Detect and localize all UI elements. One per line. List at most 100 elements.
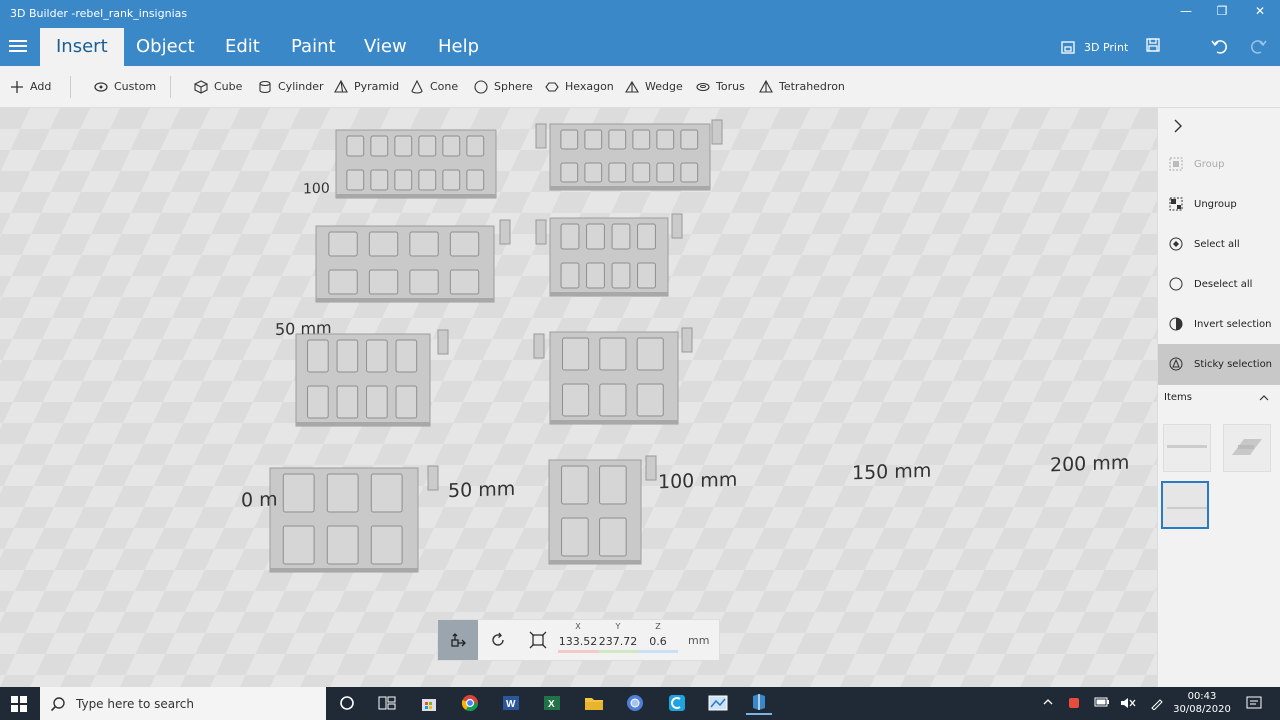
select-all-label: Select all <box>1194 238 1240 250</box>
close-button[interactable]: ✕ <box>1242 4 1278 24</box>
rank-bar <box>656 162 675 183</box>
search-icon <box>50 696 65 711</box>
hexagon-button[interactable]: Hexagon <box>545 78 614 96</box>
torus-button[interactable]: Torus <box>696 78 745 96</box>
cortana-icon[interactable] <box>334 691 360 715</box>
select-all-button[interactable]: Select all <box>1158 224 1280 264</box>
save-icon <box>1146 38 1160 52</box>
unit-selector[interactable]: mm <box>688 634 709 647</box>
maximize-button[interactable]: ❐ <box>1204 4 1240 24</box>
notifications-icon[interactable] <box>1246 696 1262 713</box>
rank-bar <box>394 135 413 157</box>
cylinder-button[interactable]: Cylinder <box>258 78 324 96</box>
rank-bar <box>636 383 664 417</box>
svg-text:X: X <box>548 699 555 710</box>
3d-viewport[interactable]: 100 50 mm 0 m 50 mm 100 mm 150 mm 200 mm <box>0 108 1157 687</box>
windows-start-icon[interactable] <box>10 695 28 713</box>
system-clock[interactable]: 00:43 30/08/2020 <box>1172 690 1232 716</box>
cone-button[interactable]: Cone <box>410 78 458 96</box>
cube-button[interactable]: Cube <box>194 78 242 96</box>
task-view-icon[interactable] <box>374 691 400 715</box>
mounting-peg <box>535 123 547 149</box>
tetrahedron-button[interactable]: Tetrahedron <box>759 78 845 96</box>
sphere-button[interactable]: Sphere <box>474 78 533 96</box>
mounting-peg <box>427 465 439 491</box>
minimize-button[interactable]: — <box>1168 4 1204 24</box>
plate-edge <box>550 420 678 424</box>
save-button[interactable] <box>1145 37 1161 57</box>
rank-bar <box>561 517 589 557</box>
title-bar: 3D Builder -rebel_rank_insignias — ❐ ✕ <box>0 0 1280 28</box>
x-coordinate[interactable]: X 133.52 <box>558 622 598 653</box>
paint-app-icon[interactable] <box>705 691 731 715</box>
mounting-peg <box>535 219 547 245</box>
3d-builder-icon[interactable] <box>746 691 772 715</box>
invert-selection-label: Invert selection <box>1194 318 1272 330</box>
tab-edit[interactable]: Edit <box>209 28 276 66</box>
excel-icon[interactable]: X <box>539 691 565 715</box>
mounting-peg <box>681 327 693 353</box>
mounting-peg <box>711 119 723 145</box>
deselect-all-button[interactable]: Deselect all <box>1158 264 1280 304</box>
item-thumbnail[interactable] <box>1223 424 1271 472</box>
invert-selection-button[interactable]: Invert selection <box>1158 304 1280 344</box>
chevron-up-tray-icon[interactable] <box>1042 696 1054 711</box>
tab-paint[interactable]: Paint <box>275 28 352 66</box>
taskbar-search[interactable]: Type here to search <box>40 687 326 720</box>
x-label: X <box>575 622 581 631</box>
z-coordinate[interactable]: Z 0.6 <box>638 622 678 653</box>
custom-button[interactable]: Custom <box>94 78 156 96</box>
deselect-all-icon <box>1168 276 1184 292</box>
group-button[interactable]: Group <box>1158 144 1280 184</box>
sticky-selection-button[interactable]: Sticky selection <box>1158 344 1280 384</box>
store-icon[interactable] <box>416 691 442 715</box>
insert-toolbar: Add Custom Cube Cylinder Pyramid Cone Sp… <box>0 66 1280 108</box>
add-button[interactable]: Add <box>10 78 51 96</box>
y-value[interactable]: 237.72 <box>598 635 638 648</box>
rotate-tool[interactable] <box>478 620 518 660</box>
item-thumbnail-selected[interactable] <box>1161 481 1209 529</box>
tab-view[interactable]: View <box>348 28 423 66</box>
wedge-button[interactable]: Wedge <box>625 78 683 96</box>
hamburger-icon[interactable] <box>9 38 27 56</box>
item-thumbnail[interactable] <box>1163 424 1211 472</box>
tab-insert[interactable]: Insert <box>40 28 124 66</box>
rank-bar <box>307 385 329 419</box>
word-icon[interactable]: W <box>498 691 524 715</box>
chrome-icon[interactable] <box>457 691 483 715</box>
chevron-up-icon[interactable] <box>1258 392 1270 407</box>
grid-label: 100 <box>303 180 330 198</box>
rank-bar <box>608 129 627 150</box>
3d-print-button[interactable]: 3D Print <box>1060 37 1128 57</box>
tab-object[interactable]: Object <box>120 28 211 66</box>
tab-help[interactable]: Help <box>422 28 495 66</box>
rank-bar <box>326 525 359 565</box>
tray-app-icon[interactable] <box>1067 696 1081 713</box>
plate-edge <box>336 194 496 198</box>
speaker-muted-icon[interactable] <box>1120 696 1136 713</box>
rank-bar <box>366 385 388 419</box>
scale-tool[interactable] <box>518 620 558 660</box>
rank-bar <box>656 129 675 150</box>
y-coordinate[interactable]: Y 237.72 <box>598 622 638 653</box>
plate-edge <box>296 422 430 426</box>
chrome-alt-icon[interactable] <box>622 691 648 715</box>
undo-button[interactable] <box>1210 37 1228 57</box>
deselect-all-label: Deselect all <box>1194 278 1253 290</box>
ungroup-button[interactable]: Ungroup <box>1158 184 1280 224</box>
cube-icon <box>194 80 208 94</box>
z-value[interactable]: 0.6 <box>638 635 678 648</box>
x-value[interactable]: 133.52 <box>558 635 598 648</box>
mounting-peg <box>645 455 657 481</box>
pyramid-button[interactable]: Pyramid <box>334 78 399 96</box>
battery-icon[interactable] <box>1094 696 1110 711</box>
collapse-panel-button[interactable] <box>1170 118 1186 134</box>
redo-button[interactable] <box>1250 37 1268 57</box>
pen-icon[interactable] <box>1150 696 1164 713</box>
file-explorer-icon[interactable] <box>581 691 607 715</box>
rank-bar <box>599 337 627 371</box>
rank-bar <box>561 383 590 417</box>
move-tool[interactable] <box>438 620 478 660</box>
scene-canvas[interactable] <box>0 108 1157 687</box>
app-icon[interactable] <box>664 691 690 715</box>
